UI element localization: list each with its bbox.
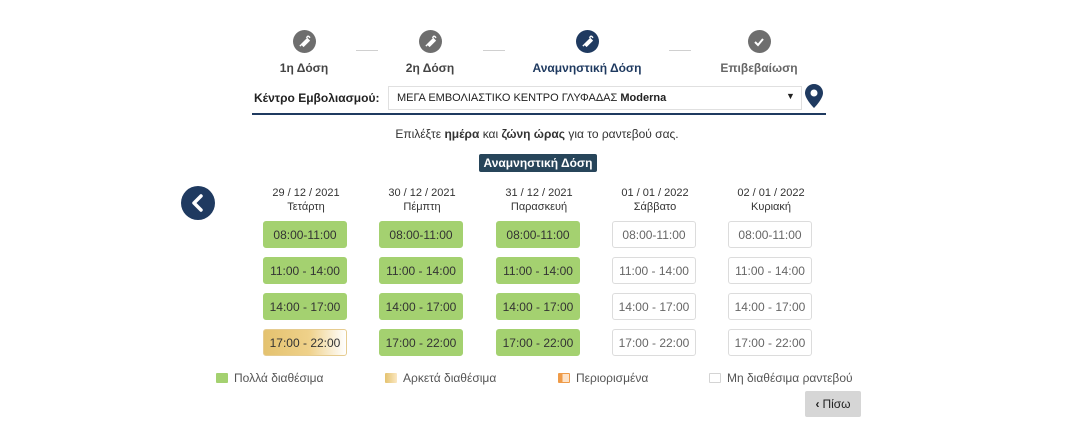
legend-many: Πολλά διαθέσιμα (216, 371, 323, 385)
legend-swatch (216, 373, 228, 383)
time-slot-button[interactable]: 11:00 - 14:00 (379, 257, 463, 284)
dose-badge: Αναμνηστική Δόση (479, 154, 597, 172)
time-slot-button: 17:00 - 22:00 (612, 329, 696, 356)
vaccine-brand: Moderna (620, 92, 667, 104)
step-booster-dose: Αναμνηστική Δόση (512, 30, 662, 75)
day-header: 02 / 01 / 2022 Κυριακή (721, 186, 821, 214)
syringe-icon (292, 30, 316, 53)
caret-down-icon[interactable]: ▼ (786, 91, 795, 101)
map-pin-icon[interactable] (805, 84, 823, 113)
day-weekday: Κυριακή (750, 201, 792, 213)
time-slot-button[interactable]: 17:00 - 22:00 (496, 329, 580, 356)
time-slot-button: 14:00 - 17:00 (728, 293, 812, 320)
day-date: 02 / 01 / 2022 (737, 187, 805, 199)
day-date: 01 / 01 / 2022 (621, 187, 689, 199)
day-date: 30 / 12 / 2021 (388, 187, 456, 199)
legend-swatch (558, 373, 570, 383)
day-weekday: Πέμπτη (403, 201, 441, 213)
center-label: Κέντρο Εμβολιασμού: (254, 91, 380, 105)
legend-unavailable: Μη διαθέσιμα ραντεβού (709, 371, 853, 385)
day-header: 31 / 12 / 2021 Παρασκευή (489, 186, 589, 214)
time-slot-button[interactable]: 17:00 - 22:00 (379, 329, 463, 356)
day-weekday: Τετάρτη (287, 201, 325, 213)
syringe-icon (418, 30, 442, 53)
day-header: 30 / 12 / 2021 Πέμπτη (372, 186, 472, 214)
legend-swatch (385, 373, 397, 383)
time-slot-button[interactable]: 08:00-11:00 (379, 221, 463, 248)
chevron-left-icon: ‹ (815, 397, 820, 411)
time-slot-button[interactable]: 08:00-11:00 (496, 221, 580, 248)
legend-swatch (709, 373, 721, 383)
previous-week-button[interactable] (181, 186, 215, 220)
center-name: ΜΕΓΑ ΕΜΒΟΛΙΑΣΤΙΚΟ ΚΕΝΤΡΟ ΓΛΥΦΑΔΑΣ (397, 92, 618, 104)
time-slot-button: 11:00 - 14:00 (728, 257, 812, 284)
time-slot-button: 14:00 - 17:00 (612, 293, 696, 320)
day-date: 31 / 12 / 2021 (505, 187, 573, 199)
time-slot-button: 11:00 - 14:00 (612, 257, 696, 284)
instruction-text: Επιλέξτε ημέρα και ζώνη ώρας για το ραντ… (395, 127, 679, 141)
step-2nd-dose: 2η Δόση (355, 30, 505, 75)
step-confirmation: Επιβεβαίωση (684, 30, 834, 75)
time-slot-button: 17:00 - 22:00 (728, 329, 812, 356)
step-label: Αναμνηστική Δόση (532, 61, 642, 75)
time-slot-button: 08:00-11:00 (612, 221, 696, 248)
time-slot-button[interactable]: 17:00 - 22:00 (263, 329, 347, 356)
syringe-icon (575, 30, 599, 53)
time-slot-button[interactable]: 08:00-11:00 (263, 221, 347, 248)
step-label: 2η Δόση (405, 61, 455, 75)
day-header: 29 / 12 / 2021 Τετάρτη (256, 186, 356, 214)
check-icon (747, 30, 771, 53)
center-select[interactable]: ΜΕΓΑ ΕΜΒΟΛΙΑΣΤΙΚΟ ΚΕΝΤΡΟ ΓΛΥΦΑΔΑΣ Modern… (388, 86, 802, 110)
time-slot-button[interactable]: 14:00 - 17:00 (496, 293, 580, 320)
time-slot-button: 08:00-11:00 (728, 221, 812, 248)
step-connector (483, 50, 505, 51)
back-button[interactable]: ‹ Πίσω (805, 391, 861, 417)
select-underline (252, 113, 826, 115)
day-weekday: Σάββατο (633, 201, 677, 213)
day-weekday: Παρασκευή (510, 201, 568, 213)
time-slot-button[interactable]: 14:00 - 17:00 (263, 293, 347, 320)
time-slot-button[interactable]: 11:00 - 14:00 (263, 257, 347, 284)
time-slot-button[interactable]: 14:00 - 17:00 (379, 293, 463, 320)
legend-enough: Αρκετά διαθέσιμα (385, 371, 496, 385)
chevron-left-icon (192, 194, 203, 212)
legend-limited: Περιορισμένα (558, 371, 648, 385)
time-slot-button[interactable]: 11:00 - 14:00 (496, 257, 580, 284)
day-date: 29 / 12 / 2021 (272, 187, 340, 199)
day-header: 01 / 01 / 2022 Σάββατο (605, 186, 705, 214)
step-label: Επιβεβαίωση (720, 61, 798, 75)
